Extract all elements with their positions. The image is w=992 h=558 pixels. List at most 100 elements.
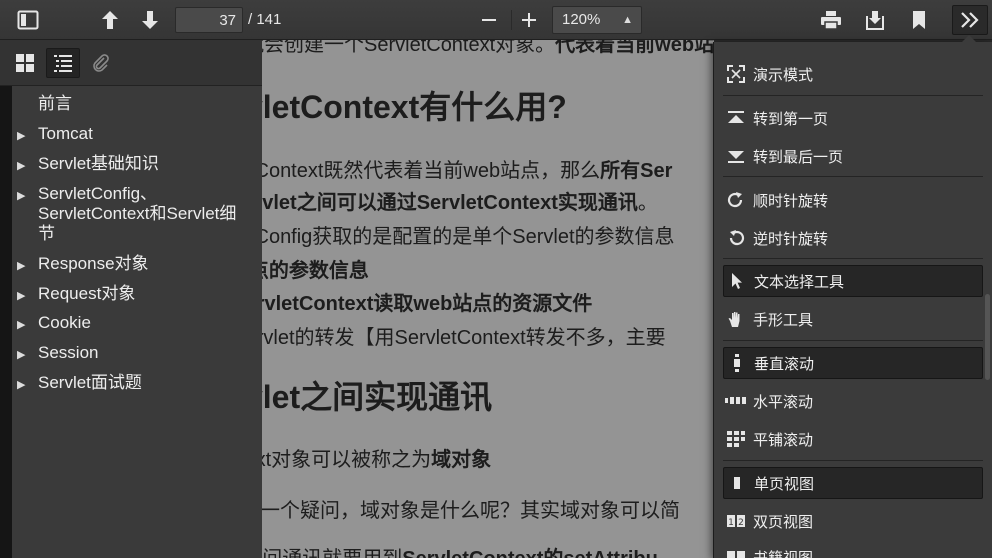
expand-arrow-icon[interactable]: ▶ [17,186,25,206]
secondary-toolbar-menu: 演示模式 转到第一页 转到最后一页 顺时针旋转 逆时针旋转 文本选择工具 手形工… [713,35,992,558]
paragraph: ServletContext对象可以被称之为域对象 [262,443,491,472]
outline-item[interactable]: ▶ Session [12,343,262,363]
outline-item[interactable]: ▶ Cookie [12,313,262,333]
page-text: 动的时候，就会创建一个ServletContext对象。 [262,40,556,56]
menu-item-label: 逆时针旋转 [753,229,829,248]
expand-arrow-icon[interactable]: ▶ [17,286,25,306]
dual-page-view-button[interactable]: 1 2 双页视图 [723,505,983,537]
paragraph-text: 到这里可能有一个疑问，域对象是什么呢？其实域对象可以简 [262,500,680,522]
menu-scrollbar[interactable] [985,294,990,380]
previous-page-button[interactable] [95,5,125,35]
menu-item-label: 水平滚动 [753,392,814,411]
download-button[interactable] [860,5,890,35]
sidebar-toggle-icon [17,10,39,30]
expand-arrow-icon[interactable]: ▶ [17,156,25,176]
paragraph-text: ServletContext对象可以被称之为 [262,449,432,471]
page-count: / 141 [248,11,282,28]
rotate-counterclockwise-button[interactable]: 逆时针旋转 [723,222,983,254]
last-page-button[interactable]: 转到最后一页 [723,140,983,172]
menu-item-label: 垂直滚动 [754,354,815,373]
menu-item-label: 转到第一页 [753,109,829,128]
outline-item[interactable]: ▶ ServletConfig、 ServletContext和Servlet细… [12,184,262,244]
menu-item-label: 单页视图 [754,474,815,493]
document-outline: 前言 ▶ Tomcat ▶ Servlet基础知识 ▶ ServletConfi… [0,86,262,558]
next-page-button[interactable] [135,5,165,35]
first-page-icon [728,111,744,123]
section-heading: 4.3 Servlet之间实现通讯 [262,379,493,415]
outline-item[interactable]: ▶ Request对象 [12,284,262,304]
outline-item-label: Request对象 [38,284,136,303]
expand-arrow-icon[interactable]: ▶ [17,256,25,276]
double-chevron-right-icon [961,12,979,28]
rotate-clockwise-button[interactable]: 顺时针旋转 [723,184,983,216]
wrapped-scroll-button[interactable]: 平铺滚动 [723,423,983,455]
menu-item-label: 顺时针旋转 [753,191,829,210]
menu-notch [962,35,976,42]
zoom-in-button[interactable] [514,5,544,35]
zoom-out-button[interactable] [474,5,504,35]
outline-item[interactable]: ▶ Servlet基础知识 [12,154,262,174]
outline-item[interactable]: ▶ Tomcat [12,124,262,144]
vertical-scroll-icon [734,354,740,372]
zoom-value: 120% [562,11,601,28]
arrow-up-icon [102,11,118,29]
list-item: 2. ServletConfig获取的是配置的是单个Servlet的参数信息 [262,220,675,249]
download-icon [866,11,884,30]
vertical-scroll-button[interactable]: 垂直滚动 [723,347,983,379]
print-button[interactable] [816,5,846,35]
book-view-icon [727,551,745,558]
menu-separator [723,258,983,259]
menu-item-label: 双页视图 [753,512,814,531]
paragraph: 实现Servlet之间通讯就要用到ServletContext的setAttri… [262,542,658,558]
outline-item-label: Cookie [38,313,91,332]
single-page-view-button[interactable]: 单页视图 [723,467,983,499]
hand-tool-button[interactable]: 手形工具 [723,303,983,335]
outline-item-label: Response对象 [38,254,149,273]
list-text: ServletConfig获取的是配置的是单个Servlet的参数信息 [262,226,675,248]
outline-item[interactable]: ▶ Response对象 [12,254,262,274]
tools-menu-button[interactable] [952,5,988,35]
thumbnail-view-tab[interactable] [8,48,42,78]
section-heading: 4.2 ServletContext有什么用? [262,89,567,125]
main-toolbar: / 141 120% ▲ [0,0,992,40]
horizontal-scroll-button[interactable]: 水平滚动 [723,385,983,417]
menu-separator [723,340,983,341]
page-number-input[interactable] [175,7,243,33]
outline-item-label: 前言 [38,94,72,113]
menu-item-label: 文本选择工具 [754,272,845,291]
outline-view-tab[interactable] [46,48,80,78]
text-select-tool-button[interactable]: 文本选择工具 [723,265,983,297]
book-view-button[interactable]: 书籍视图 [723,541,983,558]
list-text: 实现Servlet的转发【用ServletContext转发不多，主要 [262,327,666,349]
last-page-icon [728,151,744,163]
outline-item[interactable]: ▶ Servlet面试题 [12,373,262,393]
bookmark-button[interactable] [904,5,934,35]
horizontal-scroll-icon [725,397,746,404]
dual-page-icon: 1 2 [727,515,745,528]
sidebar-toggle-button[interactable] [8,5,48,35]
document-page: 动的时候，就会创建一个ServletContext对象。代表着当前web站点 4… [262,40,714,558]
list-item: 3. 利用ServletContext读取web站点的资源文件 [262,287,592,316]
paragraph: 到这里可能有一个疑问，域对象是什么呢？其实域对象可以简 [262,494,680,523]
page-text-line: 动的时候，就会创建一个ServletContext对象。代表着当前web站点 [262,40,714,57]
zoom-divider [511,10,512,30]
attachments-view-tab[interactable] [84,48,118,78]
outline-item-label: Servlet面试题 [38,373,142,392]
menu-item-label: 书籍视图 [753,548,814,558]
outline-item-label: Tomcat [38,124,93,143]
expand-arrow-icon[interactable]: ▶ [17,345,25,365]
select-caret-icon: ▲ [622,14,633,26]
expand-arrow-icon[interactable]: ▶ [17,315,25,335]
zoom-select[interactable]: 120% ▲ [552,6,642,34]
list-item-continuation: 所以Servlet之间可以通过ServletContext实现通讯。 [262,186,658,215]
plus-icon [522,13,536,27]
bookmark-icon [913,11,925,29]
expand-arrow-icon[interactable]: ▶ [17,126,25,146]
expand-arrow-icon[interactable]: ▶ [17,375,25,395]
presentation-mode-button[interactable]: 演示模式 [723,58,983,90]
rotate-clockwise-icon [727,192,743,208]
paragraph-text-bold: 域对象 [431,449,492,471]
page-text-bold: 代表着当前web站点 [555,40,714,56]
outline-item[interactable]: 前言 [12,94,262,114]
first-page-button[interactable]: 转到第一页 [723,102,983,134]
